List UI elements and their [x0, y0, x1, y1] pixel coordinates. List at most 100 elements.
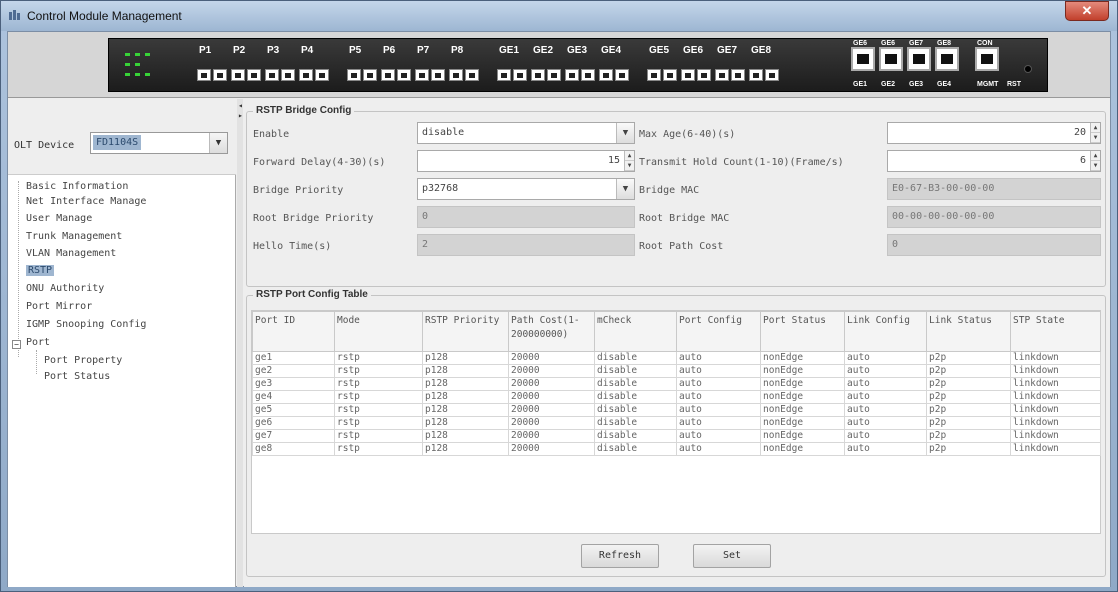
table-cell[interactable]: 20000: [508, 429, 595, 443]
table-row[interactable]: ge2 rstp p128 20000 disable auto nonEdge auto p2…: [252, 364, 1101, 378]
table-cell[interactable]: auto: [676, 351, 761, 365]
table-cell[interactable]: p128: [422, 364, 509, 378]
table-cell[interactable]: p2p: [926, 429, 1011, 443]
chevron-down-icon[interactable]: ▼: [209, 133, 227, 153]
enable-select[interactable]: disable ▼: [417, 122, 635, 144]
table-row[interactable]: ge6 rstp p128 20000 disable auto nonEdge auto p2…: [252, 416, 1101, 430]
max-age-spinner[interactable]: 20 ▲ ▼: [887, 122, 1101, 144]
table-cell[interactable]: rstp: [334, 442, 423, 456]
table-cell[interactable]: p2p: [926, 377, 1011, 391]
table-cell[interactable]: nonEdge: [760, 416, 845, 430]
table-cell[interactable]: ge3: [252, 377, 335, 391]
splitter[interactable]: ◂ ▸: [237, 99, 243, 587]
table-cell[interactable]: p128: [422, 416, 509, 430]
table-cell[interactable]: 20000: [508, 403, 595, 417]
transmit-hold-count-spinner[interactable]: 6 ▲ ▼: [887, 150, 1101, 172]
tree-item-port[interactable]: Port: [26, 337, 50, 348]
table-cell[interactable]: p2p: [926, 351, 1011, 365]
tree-item-net-interface-manage[interactable]: Net Interface Manage: [26, 196, 146, 207]
column-header[interactable]: Port ID: [252, 311, 335, 352]
column-header[interactable]: RSTP Priority: [422, 311, 509, 352]
table-cell[interactable]: p2p: [926, 390, 1011, 404]
tree-item-vlan-management[interactable]: VLAN Management: [26, 248, 116, 259]
set-button[interactable]: Set: [693, 544, 771, 568]
table-cell[interactable]: p128: [422, 377, 509, 391]
table-cell[interactable]: disable: [594, 377, 677, 391]
table-cell[interactable]: rstp: [334, 390, 423, 404]
chevron-down-icon[interactable]: ▼: [616, 123, 634, 143]
table-cell[interactable]: auto: [676, 364, 761, 378]
table-cell[interactable]: rstp: [334, 351, 423, 365]
table-cell[interactable]: ge2: [252, 364, 335, 378]
table-row[interactable]: ge1 rstp p128 20000 disable auto nonEdge auto p2…: [252, 351, 1101, 365]
table-cell[interactable]: rstp: [334, 416, 423, 430]
table-cell[interactable]: nonEdge: [760, 442, 845, 456]
table-cell[interactable]: rstp: [334, 364, 423, 378]
table-cell[interactable]: p128: [422, 403, 509, 417]
table-cell[interactable]: nonEdge: [760, 377, 845, 391]
table-cell[interactable]: auto: [676, 403, 761, 417]
table-cell[interactable]: auto: [676, 377, 761, 391]
table-cell[interactable]: disable: [594, 416, 677, 430]
table-cell[interactable]: auto: [844, 442, 927, 456]
close-button[interactable]: ✕: [1065, 1, 1109, 21]
table-cell[interactable]: disable: [594, 429, 677, 443]
table-row[interactable]: ge4 rstp p128 20000 disable auto nonEdge auto p2…: [252, 390, 1101, 404]
tree-item-trunk-management[interactable]: Trunk Management: [26, 231, 122, 242]
tree-item-user-manage[interactable]: User Manage: [26, 213, 92, 224]
table-cell[interactable]: linkdown: [1010, 416, 1101, 430]
table-cell[interactable]: nonEdge: [760, 429, 845, 443]
tree-item-port-status[interactable]: Port Status: [44, 371, 110, 382]
table-cell[interactable]: p128: [422, 390, 509, 404]
table-cell[interactable]: p128: [422, 351, 509, 365]
table-cell[interactable]: auto: [676, 390, 761, 404]
column-header[interactable]: Port Status: [760, 311, 845, 352]
arrow-left-icon[interactable]: ◂: [238, 101, 243, 110]
table-cell[interactable]: auto: [844, 429, 927, 443]
spinner-arrows-icon[interactable]: ▲ ▼: [1090, 123, 1100, 143]
table-cell[interactable]: disable: [594, 442, 677, 456]
table-cell[interactable]: ge7: [252, 429, 335, 443]
table-cell[interactable]: 20000: [508, 390, 595, 404]
refresh-button[interactable]: Refresh: [581, 544, 659, 568]
table-cell[interactable]: auto: [676, 442, 761, 456]
table-cell[interactable]: 20000: [508, 364, 595, 378]
table-cell[interactable]: rstp: [334, 429, 423, 443]
table-cell[interactable]: auto: [844, 403, 927, 417]
table-cell[interactable]: nonEdge: [760, 351, 845, 365]
table-cell[interactable]: p128: [422, 429, 509, 443]
column-header[interactable]: mCheck: [594, 311, 677, 352]
table-cell[interactable]: disable: [594, 403, 677, 417]
spinner-arrows-icon[interactable]: ▲ ▼: [1090, 151, 1100, 171]
table-cell[interactable]: ge1: [252, 351, 335, 365]
table-cell[interactable]: linkdown: [1010, 403, 1101, 417]
table-row[interactable]: ge7 rstp p128 20000 disable auto nonEdge auto p2…: [252, 429, 1101, 443]
table-cell[interactable]: linkdown: [1010, 442, 1101, 456]
table-cell[interactable]: rstp: [334, 403, 423, 417]
table-cell[interactable]: ge5: [252, 403, 335, 417]
table-cell[interactable]: p2p: [926, 416, 1011, 430]
column-header[interactable]: Port Config: [676, 311, 761, 352]
tree-item-port-property[interactable]: Port Property: [44, 355, 122, 366]
table-cell[interactable]: auto: [844, 390, 927, 404]
table-cell[interactable]: disable: [594, 364, 677, 378]
table-cell[interactable]: p2p: [926, 403, 1011, 417]
table-row[interactable]: ge8 rstp p128 20000 disable auto nonEdge auto p2…: [252, 442, 1101, 456]
reset-button[interactable]: [1024, 65, 1032, 73]
port-table-scrollpane[interactable]: Port ID Mode RSTP Priority Path Cost(1-2000…: [251, 310, 1101, 534]
table-cell[interactable]: 20000: [508, 377, 595, 391]
table-cell[interactable]: ge4: [252, 390, 335, 404]
table-row[interactable]: ge5 rstp p128 20000 disable auto nonEdge auto p2…: [252, 403, 1101, 417]
table-cell[interactable]: p2p: [926, 442, 1011, 456]
table-cell[interactable]: ge6: [252, 416, 335, 430]
table-cell[interactable]: disable: [594, 390, 677, 404]
table-cell[interactable]: auto: [844, 377, 927, 391]
tree-item-onu-authority[interactable]: ONU Authority: [26, 283, 104, 294]
table-cell[interactable]: p128: [422, 442, 509, 456]
table-cell[interactable]: nonEdge: [760, 390, 845, 404]
table-cell[interactable]: linkdown: [1010, 390, 1101, 404]
tree-item-basic-information[interactable]: Basic Information: [26, 181, 128, 192]
table-cell[interactable]: 20000: [508, 351, 595, 365]
table-cell[interactable]: ge8: [252, 442, 335, 456]
table-cell[interactable]: auto: [676, 416, 761, 430]
